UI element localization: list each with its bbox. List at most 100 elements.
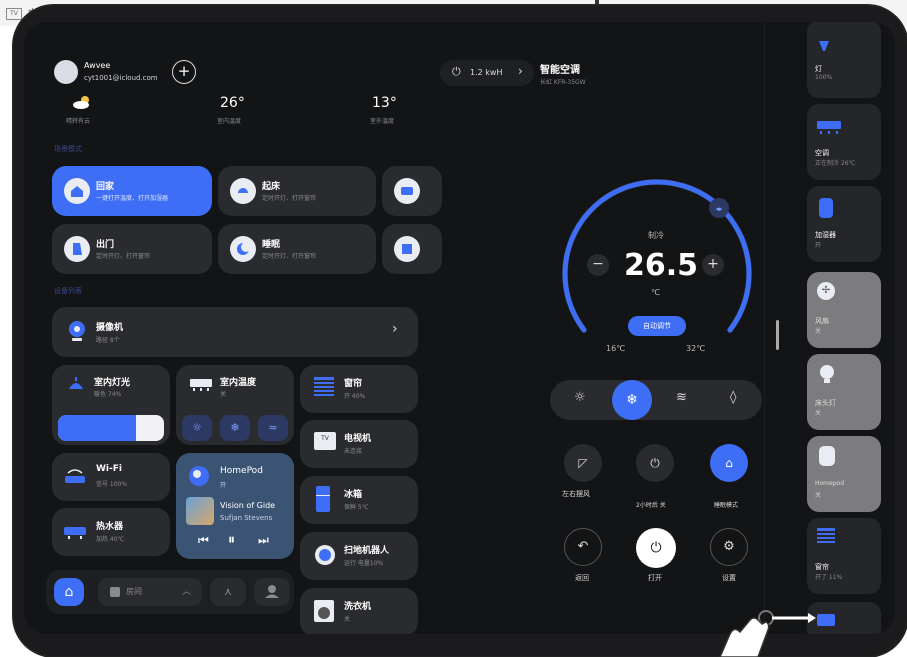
back-button[interactable]: ↶ <box>564 528 602 566</box>
sleep-mode-label: 睡眠模式 <box>714 502 739 509</box>
vacuum-card[interactable]: 扫地机器人 运行 电量10% <box>300 532 418 580</box>
sidebar-item-title: 空调 <box>815 149 829 157</box>
fridge-card[interactable]: 冰箱 保鲜 5℃ <box>300 476 418 524</box>
sidebar-item-light[interactable]: 灯 100% <box>807 22 881 98</box>
camera-title: 摄像机 <box>96 323 124 333</box>
water-heater-icon <box>64 524 86 539</box>
swing-button[interactable]: ◸ <box>564 444 602 482</box>
scene-card-home[interactable]: 回家 一键打开温度、打开加湿器 <box>52 166 212 216</box>
sidebar-item-bedside-lamp[interactable]: 床头灯 关 <box>807 354 881 430</box>
camera-card[interactable]: 摄像机 路径 8个 › <box>52 307 418 357</box>
homepod-icon <box>188 465 210 487</box>
sleep-mode-button[interactable]: ⌂ <box>710 444 748 482</box>
temperature-status: 关 <box>220 391 227 398</box>
nav-room-dropdown[interactable]: 房间 ︿ <box>98 578 202 606</box>
power-label: 打开 <box>648 574 662 582</box>
vacuum-title: 扫地机器人 <box>344 546 390 556</box>
moon-icon <box>230 236 256 262</box>
tv-card[interactable]: TV 电视机 未连接 <box>300 420 418 468</box>
sidebar-item-status: 100% <box>815 74 833 81</box>
homepod-card[interactable]: HomePod 开 Vision of Gide Sufjan Stevens … <box>176 453 294 559</box>
sidebar-item-title: Homepod <box>815 480 845 487</box>
energy-pill[interactable]: ⏻ 1.2 kwH › <box>440 60 534 86</box>
lamp-icon <box>817 38 831 51</box>
dial-knob-arrows: ◂▸ <box>715 205 723 213</box>
snowflake-mode-button[interactable]: ❄ <box>220 415 250 441</box>
auto-adjust-button[interactable]: 自动调节 <box>628 316 686 336</box>
washer-drum <box>318 607 330 619</box>
sidebar-item-status: 关 <box>815 410 822 417</box>
scene-desc: 一键打开温度、打开加湿器 <box>96 195 169 202</box>
sidebar-item-ac[interactable]: 空调 正在制冷 26℃ <box>807 104 881 180</box>
lights-status: 暖色 74% <box>94 391 122 398</box>
curtain-title: 窗帘 <box>344 379 363 389</box>
scene-card-away[interactable]: 出门 定时开灯、打开窗帘 <box>52 224 212 274</box>
wind-mode-button[interactable]: ≈ <box>258 415 288 441</box>
decrease-temperature-button[interactable]: − <box>587 254 609 276</box>
settings-button[interactable]: ⚙ <box>710 528 748 566</box>
previous-track-button[interactable]: ⏮ <box>198 533 209 548</box>
scroll-indicator[interactable] <box>776 320 779 350</box>
washing-machine-icon <box>314 600 334 622</box>
droplet-icon[interactable]: ◊ <box>730 390 736 405</box>
tablet-screen: Awvee cyt1001@icloud.com + 晴转有云 26° 室内温度… <box>24 22 895 634</box>
ceiling-light-icon <box>66 375 86 395</box>
sidebar-item-fan[interactable]: ✢ 风扇 关 <box>807 272 881 348</box>
nav-home-button[interactable]: ⌂ <box>54 578 84 606</box>
scene-card-wakeup[interactable]: 起床 定时开灯、打开窗帘 <box>218 166 376 216</box>
curtain-icon <box>817 528 835 546</box>
nav-share-button[interactable]: ⋏ <box>210 578 246 606</box>
brightness-slider[interactable] <box>58 415 164 441</box>
sun-mode-button[interactable]: ☼ <box>182 415 212 441</box>
washer-card[interactable]: 洗衣机 关 <box>300 588 418 634</box>
wind-mode-icon[interactable]: ≋ <box>676 390 687 405</box>
dial-max-label: 32℃ <box>686 344 706 353</box>
curtain-card[interactable]: 窗帘 开 40% <box>300 365 418 413</box>
door-icon <box>64 236 90 262</box>
avatar[interactable] <box>54 60 78 84</box>
ac-unit-icon <box>190 377 212 391</box>
power-button[interactable]: ⏻ <box>636 528 676 568</box>
scene-card-sleep[interactable]: 睡眠 定时开灯、打开窗帘 <box>218 224 376 274</box>
swing-label: 左右摆风 <box>562 490 590 498</box>
ac-title: 智能空调 <box>540 65 580 76</box>
scene-title: 起床 <box>262 182 281 192</box>
sidebar-item-status: 正在制冷 26℃ <box>815 160 856 167</box>
sidebar-item-homepod[interactable]: Homepod 关 <box>807 436 881 512</box>
scene-icon <box>394 178 420 204</box>
temperature-card[interactable]: 室内温度 关 ☼ ❄ ≈ <box>176 365 294 445</box>
next-track-button[interactable]: ⏭ <box>258 533 269 548</box>
room-label: 房间 <box>126 587 142 596</box>
sidebar-item-curtain[interactable]: 窗帘 开了 11% <box>807 518 881 594</box>
fridge-door-line <box>316 495 330 496</box>
indoor-temperature-label: 室内温度 <box>217 118 242 125</box>
scene-card-partial-1[interactable] <box>382 166 442 216</box>
humidifier-icon <box>819 198 833 218</box>
sun-mode-icon[interactable]: ☼ <box>574 390 586 405</box>
lights-card[interactable]: 室内灯光 暖色 74% <box>52 365 170 445</box>
add-button[interactable]: + <box>172 60 196 84</box>
plug-icon: ⏻ <box>452 65 461 78</box>
dial-min-label: 16℃ <box>606 344 626 353</box>
increase-temperature-button[interactable]: + <box>702 254 724 276</box>
back-label: 返回 <box>575 574 589 582</box>
sidebar-item-status: 开 <box>815 242 822 249</box>
tv-icon: TV <box>314 432 336 450</box>
pause-button[interactable]: ⏸ <box>228 532 235 548</box>
nav-profile-button[interactable] <box>254 578 290 606</box>
swipe-gesture-hand-icon <box>719 610 816 657</box>
temperature-title: 室内温度 <box>220 378 257 388</box>
curtain-status: 开 40% <box>344 393 366 400</box>
wifi-card[interactable]: Wi-Fi 信号 100% <box>52 453 170 501</box>
timer-button[interactable]: ⏻ <box>636 444 674 482</box>
heater-status: 加热 40℃ <box>96 536 125 543</box>
cool-mode-button[interactable]: ❄ <box>612 380 652 420</box>
sidebar-item-humidifier[interactable]: 加湿器 开 <box>807 186 881 262</box>
album-art <box>186 497 214 525</box>
room-icon <box>110 587 120 597</box>
chevron-right-icon[interactable]: › <box>392 321 398 337</box>
sidebar-item-title: 床头灯 <box>815 399 836 407</box>
camera-icon <box>66 319 88 343</box>
scene-card-partial-2[interactable] <box>382 224 442 274</box>
heater-card[interactable]: 热水器 加热 40℃ <box>52 508 170 556</box>
